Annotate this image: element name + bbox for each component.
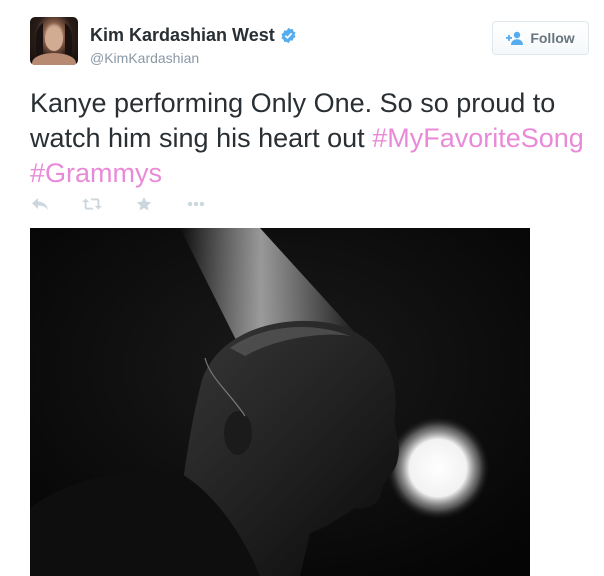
add-user-icon <box>506 31 524 45</box>
display-name[interactable]: Kim Kardashian West <box>90 25 275 46</box>
tweet-text: Kanye performing Only One. So so proud t… <box>30 86 590 191</box>
avatar-face <box>45 27 63 51</box>
tweet-photo[interactable] <box>30 228 530 576</box>
follow-button[interactable]: Follow <box>492 21 589 55</box>
verified-badge-icon <box>280 27 297 44</box>
more-button[interactable] <box>186 195 206 213</box>
tweet-header: Kim Kardashian West @KimKardashian Follo… <box>0 0 604 80</box>
follow-button-label: Follow <box>530 30 575 46</box>
retweet-button[interactable] <box>82 195 102 213</box>
tweet-actions <box>30 195 238 215</box>
performer-photo-image <box>30 228 530 576</box>
retweet-icon <box>82 198 102 210</box>
hashtag-link[interactable]: #MyFavoriteSong <box>372 123 584 153</box>
avatar[interactable] <box>30 17 78 65</box>
name-row[interactable]: Kim Kardashian West <box>90 25 297 46</box>
star-icon <box>136 197 152 211</box>
more-icon <box>187 201 205 207</box>
reply-button[interactable] <box>30 195 50 213</box>
favorite-button[interactable] <box>134 195 154 213</box>
user-handle[interactable]: @KimKardashian <box>90 50 199 66</box>
reply-icon <box>32 198 48 210</box>
hashtag-link[interactable]: #Grammys <box>30 158 162 188</box>
